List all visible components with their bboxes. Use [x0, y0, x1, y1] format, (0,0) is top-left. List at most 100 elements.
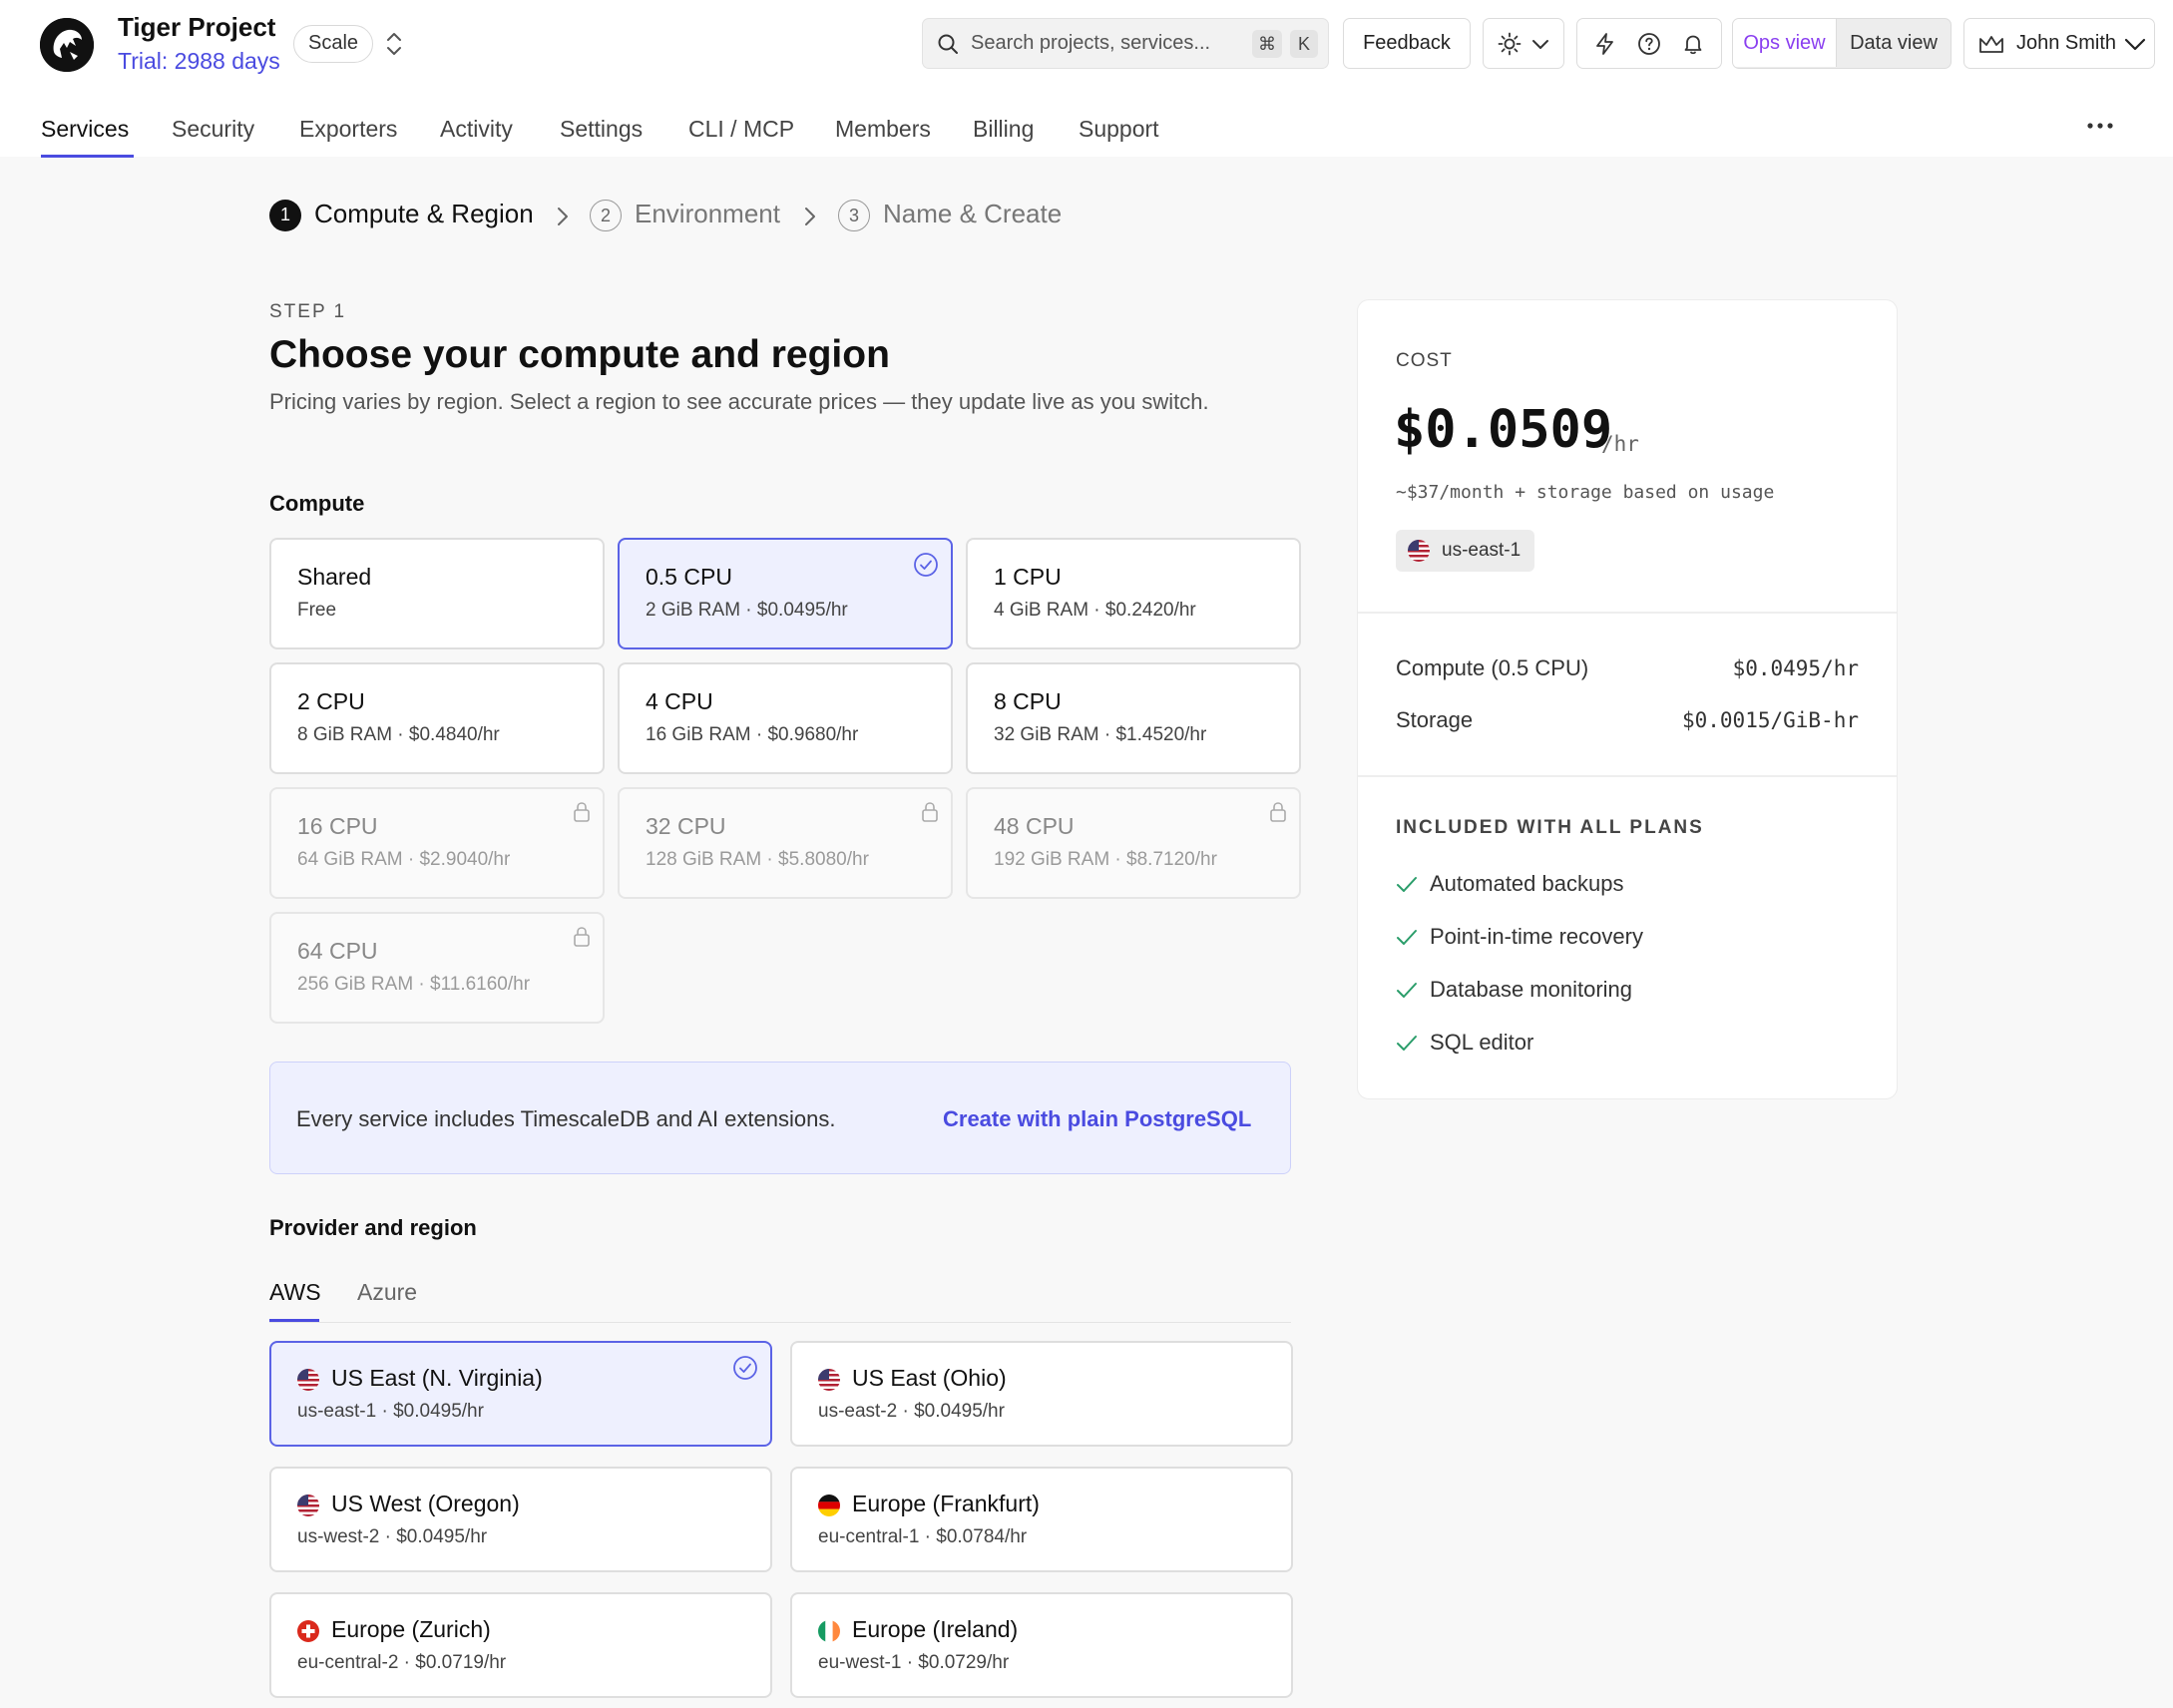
compute-option-4-cpu[interactable]: 4 CPU 16 GiB RAM · $0.9680/hr	[618, 662, 953, 774]
compute-subtitle: 32 GiB RAM · $1.4520/hr	[994, 724, 1207, 745]
crown-icon	[1979, 36, 2003, 53]
view-toggle: Ops view Data view	[1732, 18, 1952, 69]
chevron-down-icon	[1532, 40, 1548, 49]
nav-support[interactable]: Support	[1079, 116, 1159, 143]
compute-title: 32 CPU	[646, 813, 726, 839]
more-icon[interactable]	[2085, 120, 2115, 132]
compute-option-48-cpu: 48 CPU 192 GiB RAM · $8.7120/hr	[966, 787, 1301, 899]
compute-subtitle: 4 GiB RAM · $0.2420/hr	[994, 600, 1196, 621]
search-box[interactable]: ⌘ K	[922, 18, 1329, 69]
provider-tab-indicator	[269, 1319, 319, 1322]
sun-icon	[1498, 32, 1521, 56]
nav-activity[interactable]: Activity	[440, 116, 513, 143]
chevron-right-icon	[805, 208, 815, 225]
cost-summary-panel: COST $0.0509 /hr ~$37/month + storage ba…	[1357, 299, 1898, 1099]
nav-cli-mcp[interactable]: CLI / MCP	[688, 116, 794, 143]
compute-title: 48 CPU	[994, 813, 1075, 839]
storage-cost-value: $0.0015/GiB-hr	[1681, 708, 1859, 732]
cost-label: COST	[1396, 350, 1453, 371]
feature-text: Automated backups	[1430, 871, 1624, 896]
us-flag-icon	[297, 1369, 319, 1391]
chevron-up-down-icon[interactable]	[383, 30, 405, 58]
compute-subtitle: 16 GiB RAM · $0.9680/hr	[646, 724, 859, 745]
region-eu-central-1[interactable]: Europe (Frankfurt) eu-central-1 · $0.078…	[790, 1467, 1293, 1572]
region-us-west-2[interactable]: US West (Oregon) us-west-2 · $0.0495/hr	[269, 1467, 772, 1572]
search-input[interactable]	[971, 29, 1220, 57]
step-1-number: 1	[269, 200, 301, 231]
extensions-info-banner: Every service includes TimescaleDB and A…	[269, 1062, 1291, 1174]
check-circle-icon	[733, 1356, 757, 1380]
compute-title: 8 CPU	[994, 688, 1062, 714]
step-2-label[interactable]: Environment	[635, 199, 780, 229]
germany-flag-icon	[818, 1494, 840, 1516]
check-icon	[1397, 930, 1417, 945]
region-title: US East (N. Virginia)	[331, 1365, 543, 1391]
selected-region-badge: us-east-1	[1396, 530, 1535, 572]
storage-cost-label: Storage	[1396, 707, 1474, 732]
nav-members[interactable]: Members	[835, 116, 931, 143]
ops-view-button[interactable]: Ops view	[1733, 19, 1837, 67]
included-features-label: INCLUDED WITH ALL PLANS	[1396, 817, 1704, 838]
provider-tabs: AWS Azure	[269, 1277, 1291, 1323]
check-icon	[1397, 983, 1417, 998]
feedback-button[interactable]: Feedback	[1343, 18, 1471, 69]
region-subtitle: us-east-2 · $0.0495/hr	[818, 1401, 1005, 1422]
nav-services[interactable]: Services	[41, 116, 129, 143]
chevron-down-icon	[2124, 38, 2146, 51]
us-flag-icon	[297, 1494, 319, 1516]
compute-option-0-5-cpu[interactable]: 0.5 CPU 2 GiB RAM · $0.0495/hr	[618, 538, 953, 649]
cost-monthly-estimate: ~$37/month + storage based on usage	[1396, 482, 1775, 503]
region-subtitle: eu-central-1 · $0.0784/hr	[818, 1526, 1028, 1547]
feature-text: Database monitoring	[1430, 977, 1633, 1002]
help-icon[interactable]	[1637, 32, 1661, 56]
compute-title: Shared	[297, 564, 372, 590]
user-menu-button[interactable]: John Smith	[1963, 18, 2155, 69]
page-title: Choose your compute and region	[269, 333, 890, 376]
lock-icon	[574, 802, 590, 822]
region-us-east-2[interactable]: US East (Ohio) us-east-2 · $0.0495/hr	[790, 1341, 1293, 1447]
region-eu-central-2[interactable]: Europe (Zurich) eu-central-2 · $0.0719/h…	[269, 1592, 772, 1698]
create-plain-postgres-link[interactable]: Create with plain PostgreSQL	[943, 1106, 1251, 1132]
region-subtitle: eu-west-1 · $0.0729/hr	[818, 1652, 1010, 1673]
region-title: US West (Oregon)	[331, 1491, 520, 1516]
trial-days[interactable]: Trial: 2988 days	[118, 48, 280, 75]
nav-settings[interactable]: Settings	[560, 116, 643, 143]
region-us-east-1[interactable]: US East (N. Virginia) us-east-1 · $0.049…	[269, 1341, 772, 1447]
nav-exporters[interactable]: Exporters	[299, 116, 397, 143]
compute-option-2-cpu[interactable]: 2 CPU 8 GiB RAM · $0.4840/hr	[269, 662, 605, 774]
switzerland-flag-icon	[297, 1620, 319, 1642]
us-flag-icon	[1408, 540, 1430, 562]
theme-toggle-button[interactable]	[1483, 18, 1564, 69]
compute-title: 0.5 CPU	[646, 564, 732, 590]
cost-unit: /hr	[1601, 432, 1639, 456]
nav-billing[interactable]: Billing	[973, 116, 1034, 143]
lightning-icon[interactable]	[1593, 32, 1617, 56]
shortcut-cmd: ⌘	[1252, 30, 1282, 58]
check-circle-icon	[914, 553, 938, 577]
project-name[interactable]: Tiger Project	[118, 12, 275, 43]
tab-aws[interactable]: AWS	[269, 1279, 321, 1306]
region-subtitle: us-west-2 · $0.0495/hr	[297, 1526, 488, 1547]
compute-option-1-cpu[interactable]: 1 CPU 4 GiB RAM · $0.2420/hr	[966, 538, 1301, 649]
compute-title: 16 CPU	[297, 813, 378, 839]
compute-option-shared[interactable]: Shared Free	[269, 538, 605, 649]
region-title: Europe (Ireland)	[852, 1616, 1019, 1642]
compute-title: 2 CPU	[297, 688, 365, 714]
compute-title: 4 CPU	[646, 688, 713, 714]
data-view-button[interactable]: Data view	[1837, 19, 1951, 67]
step-3-label[interactable]: Name & Create	[883, 199, 1062, 229]
compute-option-8-cpu[interactable]: 8 CPU 32 GiB RAM · $1.4520/hr	[966, 662, 1301, 774]
provider-section-label: Provider and region	[269, 1215, 477, 1240]
step-1-label[interactable]: Compute & Region	[314, 199, 534, 229]
bell-icon[interactable]	[1681, 32, 1705, 56]
tab-azure[interactable]: Azure	[357, 1279, 417, 1306]
lock-icon	[1270, 802, 1286, 822]
compute-subtitle: 8 GiB RAM · $0.4840/hr	[297, 724, 500, 745]
lock-icon	[574, 927, 590, 947]
region-title: Europe (Zurich)	[331, 1616, 491, 1642]
nav-active-indicator	[41, 155, 134, 158]
compute-subtitle: 256 GiB RAM · $11.6160/hr	[297, 974, 531, 995]
nav-security[interactable]: Security	[172, 116, 254, 143]
region-eu-west-1[interactable]: Europe (Ireland) eu-west-1 · $0.0729/hr	[790, 1592, 1293, 1698]
tiger-logo[interactable]	[40, 18, 94, 72]
